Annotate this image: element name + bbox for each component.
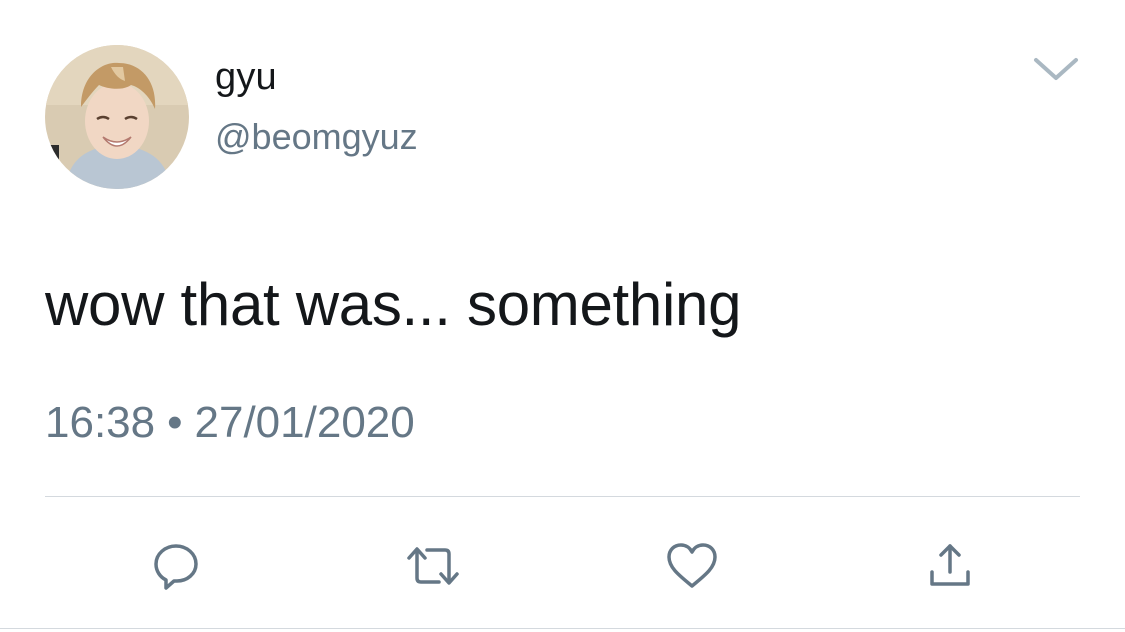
like-icon bbox=[667, 543, 717, 588]
divider bbox=[45, 496, 1080, 497]
author-handle[interactable]: @beomgyuz bbox=[215, 116, 418, 158]
tweet-time: 16:38 bbox=[45, 398, 156, 447]
tweet-menu-button[interactable] bbox=[1030, 52, 1082, 86]
chevron-down-icon bbox=[1034, 58, 1078, 80]
share-button[interactable] bbox=[922, 538, 978, 594]
avatar-image bbox=[45, 45, 189, 189]
like-button[interactable] bbox=[664, 538, 720, 594]
retweet-button[interactable] bbox=[405, 538, 461, 594]
tweet-date: 27/01/2020 bbox=[194, 398, 415, 447]
avatar[interactable] bbox=[45, 45, 189, 189]
reply-icon bbox=[154, 544, 198, 590]
retweet-icon bbox=[407, 547, 459, 585]
tweet-text: wow that was... something bbox=[45, 271, 742, 338]
tweet-timestamp: 16:38 • 27/01/2020 bbox=[45, 398, 415, 448]
author-display-name[interactable]: gyu bbox=[215, 56, 277, 99]
timestamp-separator: • bbox=[167, 398, 183, 447]
bottom-divider bbox=[0, 628, 1125, 629]
reply-button[interactable] bbox=[148, 538, 204, 594]
share-icon bbox=[930, 544, 970, 586]
